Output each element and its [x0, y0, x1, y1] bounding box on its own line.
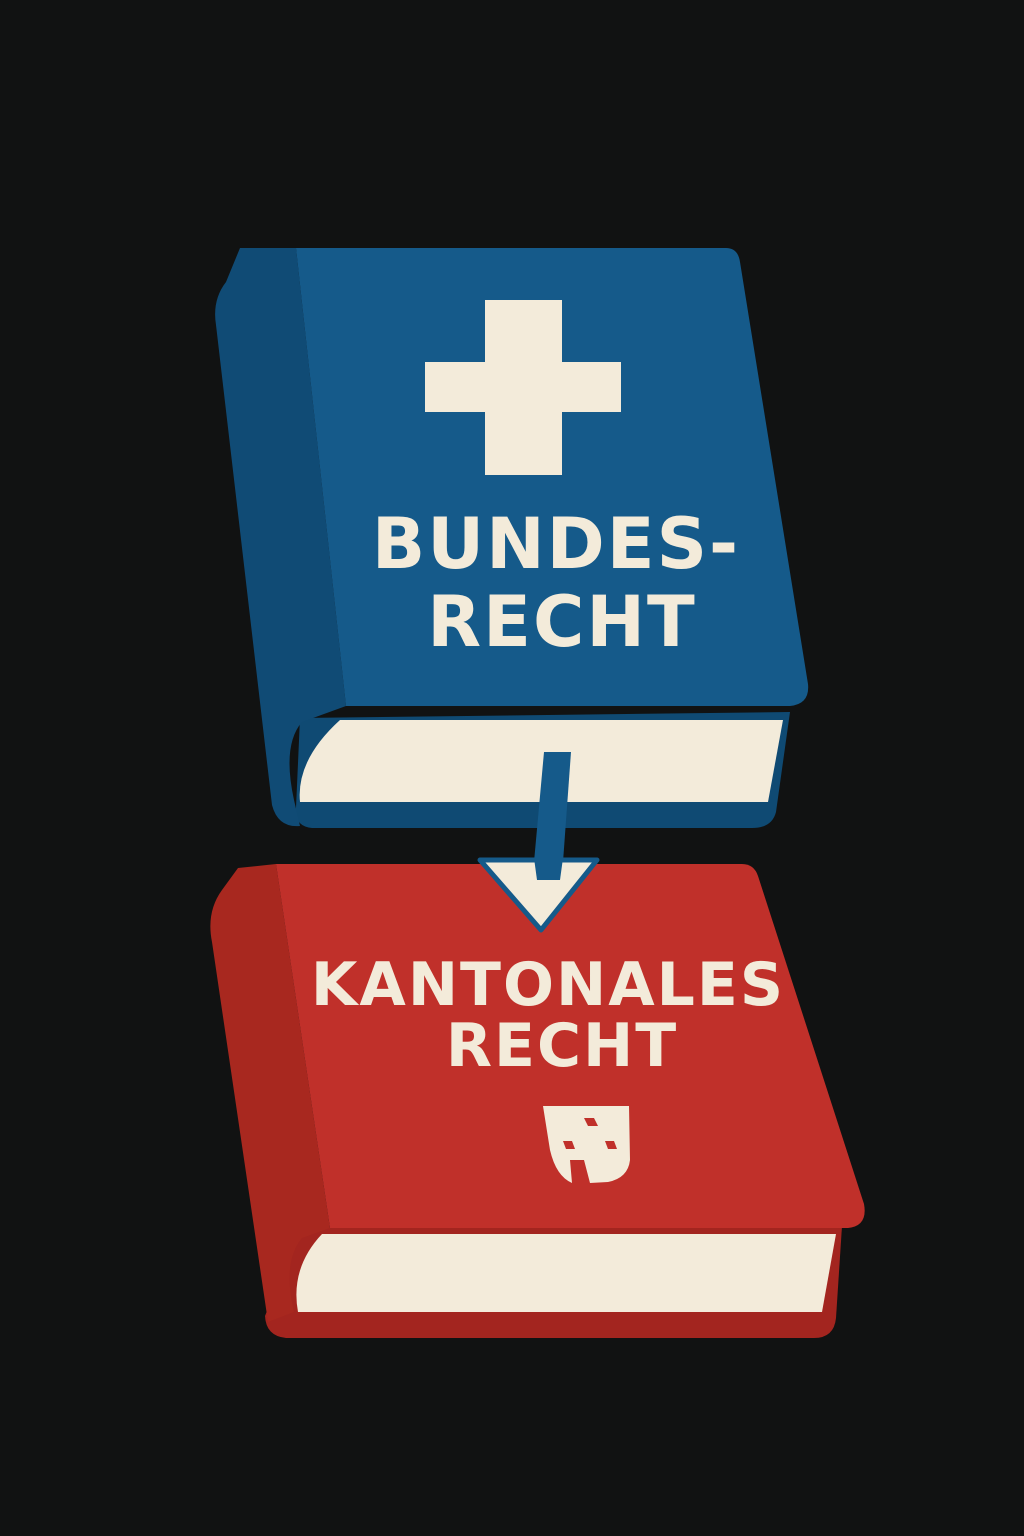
federal-law-book: BUNDES- RECHT [215, 248, 809, 828]
federal-book-title-line2: RECHT [427, 581, 696, 663]
cantonal-book-title-line2: RECHT [446, 1011, 678, 1081]
cantonal-book-title-line1: KANTONALES [311, 950, 785, 1020]
federal-book-title-line1: BUNDES- [372, 503, 740, 585]
law-hierarchy-illustration: BUNDES- RECHT KANTONALES RECHT [210, 248, 865, 1338]
cantonal-law-book: KANTONALES RECHT [210, 864, 865, 1338]
cantonal-book-pages [296, 1234, 836, 1312]
